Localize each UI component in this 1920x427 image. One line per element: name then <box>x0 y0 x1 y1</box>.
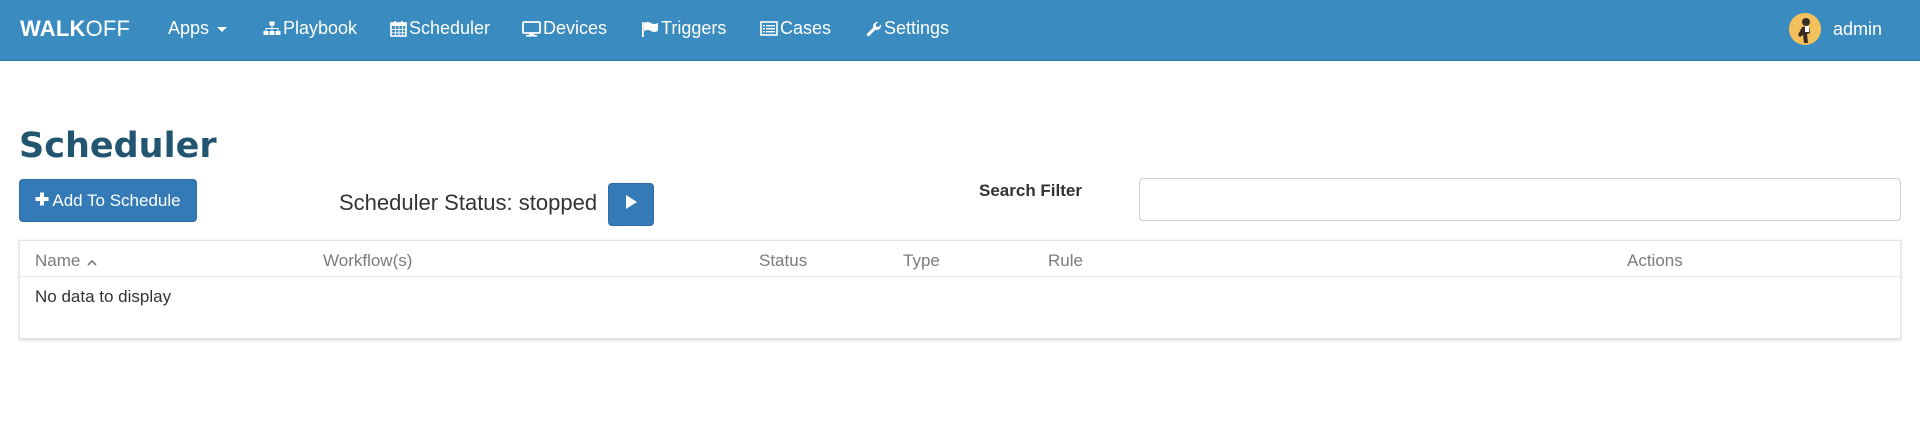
user-menu[interactable]: admin <box>1788 13 1882 45</box>
column-header-status[interactable]: Status <box>759 251 807 271</box>
brand-bold-text: WALK <box>20 16 86 41</box>
nav-item-settings[interactable]: Settings <box>866 18 949 39</box>
column-header-label: Type <box>903 251 940 270</box>
column-header-type[interactable]: Type <box>903 251 940 271</box>
add-to-schedule-button[interactable]: Add To Schedule <box>19 179 197 222</box>
column-header-label: Rule <box>1048 251 1083 270</box>
monitor-icon <box>522 20 541 37</box>
sitemap-icon <box>263 21 281 37</box>
column-header-rule[interactable]: Rule <box>1048 251 1083 271</box>
nav-item-label: Cases <box>780 18 832 38</box>
calendar-icon <box>390 20 407 37</box>
search-filter-label: Search Filter <box>979 181 1082 200</box>
list-alt-icon <box>760 21 778 36</box>
caret-down-icon <box>217 27 228 32</box>
nav-item-scheduler[interactable]: Scheduler <box>390 18 490 39</box>
brand-logo[interactable]: WALKOFF <box>20 16 130 42</box>
nav-item-cases[interactable]: Cases <box>760 18 831 39</box>
column-header-label: Name <box>35 251 81 270</box>
column-header-label: Workflow(s) <box>323 251 413 270</box>
nav-item-label: Devices <box>543 18 608 38</box>
nav-item-devices[interactable]: Devices <box>522 18 607 39</box>
column-header-actions: Actions <box>1627 251 1683 271</box>
plus-icon <box>35 191 49 211</box>
nav-item-label: Playbook <box>283 18 358 38</box>
brand-light-text: OFF <box>85 16 131 41</box>
nav-item-label: Settings <box>884 18 950 38</box>
column-header-label: Actions <box>1627 251 1683 270</box>
search-filter-input[interactable] <box>1139 178 1901 221</box>
play-icon <box>624 194 638 215</box>
empty-table-message: No data to display <box>35 287 172 306</box>
nav-item-playbook[interactable]: Playbook <box>263 18 357 39</box>
scheduler-status-text: Scheduler Status: stopped <box>339 190 598 215</box>
column-header-workflows[interactable]: Workflow(s) <box>323 251 412 271</box>
column-header-name[interactable]: Name <box>35 251 97 271</box>
avatar-icon <box>1788 13 1821 45</box>
column-header-label: Status <box>759 251 808 270</box>
wrench-icon <box>866 21 882 37</box>
add-to-schedule-label: Add To Schedule <box>52 190 181 210</box>
table-header: Name Workflow(s) Status Type Rule Action… <box>20 241 1900 277</box>
start-scheduler-button[interactable] <box>608 183 654 226</box>
page-title: Scheduler <box>19 126 217 166</box>
nav-item-triggers[interactable]: Triggers <box>641 18 726 39</box>
nav-item-apps[interactable]: Apps <box>168 18 228 39</box>
nav-item-label: Triggers <box>661 18 727 38</box>
sort-ascending-icon <box>87 251 97 271</box>
nav-item-label: Scheduler <box>409 18 491 38</box>
schedule-table: Name Workflow(s) Status Type Rule Action… <box>19 240 1901 339</box>
top-navbar: WALKOFF Apps Playbook Scheduler Devices … <box>0 0 1920 61</box>
user-name: admin <box>1832 18 1882 39</box>
flag-icon <box>641 21 659 37</box>
nav-item-label: Apps <box>168 18 210 38</box>
